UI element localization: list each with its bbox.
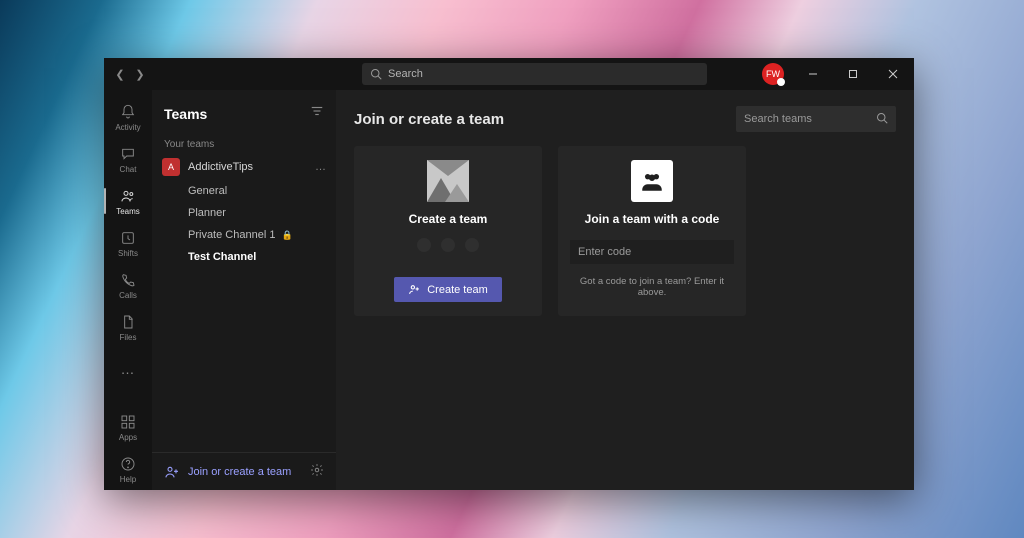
join-code-card: Join a team with a code Enter code Got a… [558,146,746,316]
nav-arrows: ❮ ❯ [112,66,148,82]
maximize-button[interactable] [836,58,870,90]
filter-icon[interactable] [310,104,324,123]
help-icon [119,455,137,473]
search-icon [876,112,888,127]
create-team-image-icon [427,160,469,202]
chat-icon [119,145,137,163]
ellipsis-icon: … [121,361,136,377]
apps-icon [119,413,137,431]
bell-icon [119,103,137,121]
your-teams-label: Your teams [152,133,336,154]
teams-app-window: ❮ ❯ Search FW Activity Chat Teams [104,58,914,490]
minimize-button[interactable] [796,58,830,90]
rail-item-files[interactable]: Files [104,306,152,348]
phone-icon [119,271,137,289]
page-title: Join or create a team [354,111,504,128]
code-input[interactable]: Enter code [570,240,734,264]
channel-planner[interactable]: Planner [152,202,336,224]
rail-item-teams[interactable]: Teams [104,180,152,222]
create-team-card: Create a team Create team [354,146,542,316]
rail-more-button[interactable]: … [104,348,152,390]
placeholder-dots [417,238,479,252]
channel-general[interactable]: General [152,180,336,202]
channel-private[interactable]: Private Channel 1🔒 [152,224,336,246]
teams-icon [119,187,137,205]
shifts-icon [119,229,137,247]
join-code-title: Join a team with a code [585,212,720,226]
rail-item-activity[interactable]: Activity [104,96,152,138]
titlebar: ❮ ❯ Search FW [104,58,914,90]
avatar[interactable]: FW [762,63,784,85]
files-icon [119,313,137,331]
team-row[interactable]: A AddictiveTips … [152,154,336,180]
join-code-icon [631,160,673,202]
rail-item-shifts[interactable]: Shifts [104,222,152,264]
rail-item-chat[interactable]: Chat [104,138,152,180]
sidebar-title: Teams [164,106,207,122]
forward-button[interactable]: ❯ [132,66,148,82]
search-teams-input[interactable]: Search teams [736,106,896,132]
team-add-icon [164,464,180,480]
channel-test[interactable]: Test Channel [152,246,336,268]
rail-item-apps[interactable]: Apps [104,406,152,448]
code-hint: Got a code to join a team? Enter it abov… [570,276,734,298]
main-content: Join or create a team Search teams Creat… [336,90,914,490]
rail-item-calls[interactable]: Calls [104,264,152,306]
create-team-button[interactable]: Create team [394,277,502,302]
app-rail: Activity Chat Teams Shifts Calls Files [104,90,152,490]
teams-sidebar: Teams Your teams A AddictiveTips … Gener… [152,90,336,490]
team-more-button[interactable]: … [315,161,326,173]
team-create-icon [408,283,421,296]
search-icon [370,68,382,80]
rail-item-help[interactable]: Help [104,448,152,490]
gear-icon[interactable] [310,463,324,480]
search-placeholder: Search [388,68,423,80]
close-button[interactable] [876,58,910,90]
create-team-title: Create a team [409,212,488,226]
search-input[interactable]: Search [362,63,707,85]
team-avatar: A [162,158,180,176]
lock-icon: 🔒 [281,230,292,241]
back-button[interactable]: ❮ [112,66,128,82]
join-create-team-link[interactable]: Join or create a team [152,452,336,490]
team-name: AddictiveTips [188,161,253,173]
